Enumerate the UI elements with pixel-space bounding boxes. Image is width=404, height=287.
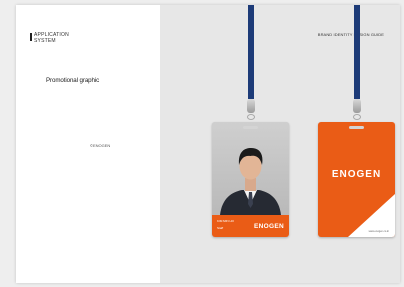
lanyard-strap <box>248 5 254 99</box>
badge-slot <box>243 126 258 129</box>
guide-spread: APPLICATION SYSTEM Promotional graphic ©… <box>16 5 400 283</box>
employee-role: Staff <box>217 226 224 230</box>
badge-footer: KIM MIN HO Staff ENOGEN <box>212 215 289 237</box>
badge-ring <box>247 114 255 120</box>
right-page: BRAND IDENTITY DESIGN GUIDE KIM MIN HO S… <box>160 5 400 283</box>
left-page: APPLICATION SYSTEM Promotional graphic ©… <box>16 5 160 283</box>
brand-url: www.enogen.co.kr <box>368 230 389 233</box>
badge-logo: ENOGEN <box>254 223 284 230</box>
lanyard-right <box>350 5 364 113</box>
employee-name: KIM MIN HO <box>217 219 234 223</box>
section-marker <box>30 33 32 41</box>
copyright-text: ©ENOGEN <box>90 143 111 148</box>
section-title: APPLICATION SYSTEM <box>34 32 69 44</box>
brand-badge: ENOGEN www.enogen.co.kr <box>318 122 395 237</box>
photo-id-badge: KIM MIN HO Staff ENOGEN <box>212 122 289 237</box>
person-silhouette <box>220 148 281 215</box>
lanyard-clip <box>247 99 255 113</box>
lanyard-clip <box>353 99 361 113</box>
lanyard-strap <box>354 5 360 99</box>
badge-ring <box>353 114 361 120</box>
white-corner-shape <box>348 194 395 237</box>
employee-photo <box>212 122 289 215</box>
page-heading: Promotional graphic <box>46 77 100 84</box>
lanyard-left <box>244 5 258 113</box>
